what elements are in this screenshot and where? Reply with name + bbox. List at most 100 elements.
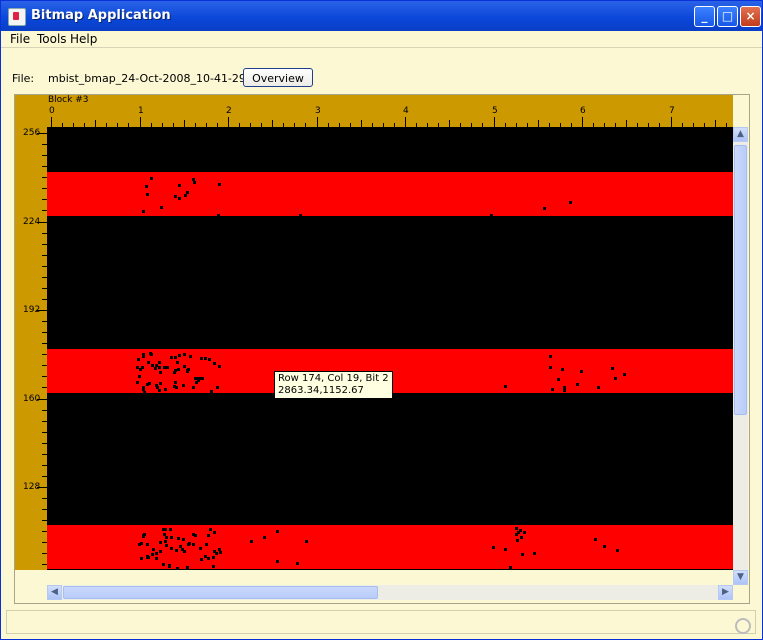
fail-bit: [164, 528, 167, 531]
fail-bit: [155, 384, 158, 387]
column-label: 0: [49, 106, 55, 116]
fail-bit: [208, 358, 211, 361]
fail-bit: [149, 352, 152, 355]
fail-bit: [146, 555, 149, 558]
fail-bit: [594, 538, 597, 541]
fail-bit: [492, 546, 495, 549]
close-icon: ×: [745, 9, 756, 23]
fail-bit: [146, 193, 149, 196]
fail-bit: [175, 549, 178, 552]
fail-bit: [192, 543, 195, 546]
status-bar: [6, 610, 756, 634]
row-label: 128: [23, 482, 41, 492]
fail-bit: [216, 386, 219, 389]
fail-bit: [159, 371, 162, 374]
fail-bit: [155, 552, 158, 555]
fail-bit: [188, 542, 191, 545]
fail-bit: [549, 355, 552, 358]
fail-bit: [147, 361, 150, 364]
fail-bit: [597, 386, 600, 389]
fail-bit: [140, 557, 143, 560]
fail-bit: [611, 367, 614, 370]
fail-bit: [218, 365, 221, 368]
maximize-button[interactable]: □: [717, 6, 738, 27]
fail-bit: [166, 366, 169, 369]
menu-help[interactable]: Help: [70, 32, 97, 46]
column-label: 1: [138, 106, 144, 116]
column-label: 3: [315, 106, 321, 116]
fail-bit: [183, 353, 186, 356]
fail-bit: [158, 389, 161, 392]
ruler-tick: [95, 120, 96, 127]
fail-bit: [159, 550, 162, 553]
fail-bit: [151, 364, 154, 367]
fail-bit: [218, 183, 221, 186]
fail-bit: [164, 540, 167, 543]
horizontal-scroll-thumb[interactable]: [63, 586, 378, 599]
java-app-icon: [8, 8, 26, 26]
ruler-tick: [272, 120, 273, 127]
ruler-tick: [51, 117, 52, 127]
fail-bit: [152, 548, 155, 551]
overview-button[interactable]: Overview: [243, 68, 313, 87]
file-name: mbist_bmap_24-Oct-2008_10-41-29.log: [48, 72, 267, 85]
menu-file[interactable]: File: [10, 32, 30, 46]
fail-bit: [563, 389, 566, 392]
fail-bit: [209, 528, 212, 531]
fail-bit: [200, 357, 203, 360]
scroll-down-button[interactable]: ▼: [733, 570, 748, 585]
fail-bit: [520, 536, 523, 539]
fail-bit: [136, 381, 139, 384]
column-label: 5: [492, 106, 498, 116]
fail-bit: [177, 368, 180, 371]
fail-bit: [200, 558, 203, 561]
fail-bit: [143, 533, 146, 536]
fail-bit: [189, 355, 192, 358]
fail-bit: [150, 177, 153, 180]
menu-tools[interactable]: Tools: [37, 32, 67, 46]
fail-bit: [137, 358, 140, 361]
fail-bit: [521, 553, 524, 556]
vertical-scroll-thumb[interactable]: [734, 145, 747, 415]
ruler-tick: [538, 120, 539, 127]
row-label: 160: [23, 394, 41, 404]
fail-bit: [145, 185, 148, 188]
fail-bit: [210, 390, 213, 393]
fail-bit: [178, 197, 181, 200]
minimize-button[interactable]: _: [694, 6, 715, 27]
fail-bit: [549, 366, 552, 369]
fail-bit: [138, 543, 141, 546]
block-label: Block #3: [48, 95, 89, 105]
fail-bit: [141, 366, 144, 369]
column-label: 4: [403, 106, 409, 116]
ruler-tick: [449, 120, 450, 127]
title-bar[interactable]: Bitmap Application _ □ ×: [1, 1, 762, 31]
fail-bit: [516, 539, 519, 542]
fail-bit: [142, 386, 145, 389]
scroll-right-button[interactable]: ▶: [718, 585, 733, 600]
maximize-icon: □: [721, 9, 734, 23]
fail-bit: [176, 567, 179, 570]
fail-bit: [580, 370, 583, 373]
fail-bit: [170, 547, 173, 550]
file-label: File:: [12, 72, 35, 85]
column-label: 6: [580, 106, 586, 116]
cell-tooltip: Row 174, Col 19, Bit 2 2863.34,1152.67: [274, 371, 393, 399]
bitmap-view[interactable]: [47, 127, 733, 570]
fail-bit: [181, 548, 184, 551]
fail-bit: [213, 362, 216, 365]
fail-bit: [517, 531, 520, 534]
row-label: 192: [23, 305, 41, 315]
scroll-left-button[interactable]: ◀: [47, 585, 62, 600]
fail-bit: [263, 536, 266, 539]
column-label: 7: [669, 106, 675, 116]
fail-bit: [213, 531, 216, 534]
fail-bit: [212, 556, 215, 559]
close-button[interactable]: ×: [740, 6, 761, 27]
scroll-up-button[interactable]: ▲: [733, 127, 748, 142]
fail-bit: [142, 355, 145, 358]
fail-bit: [142, 210, 145, 213]
fail-bit: [299, 214, 302, 217]
fail-bit: [151, 553, 154, 556]
fail-bit: [557, 378, 560, 381]
